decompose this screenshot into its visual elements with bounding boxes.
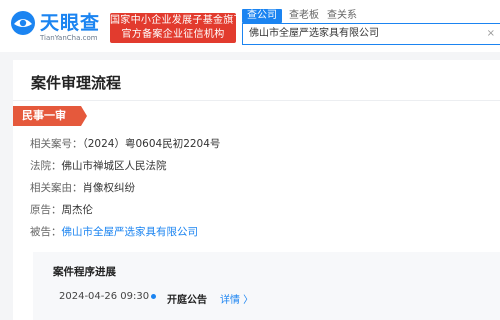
court-value: 佛山市禅城区人民法院 <box>61 160 167 172</box>
badge-line-1: 国家中小企业发展子基金旗下 <box>110 15 244 26</box>
event-detail-link[interactable]: 详情 〉 <box>220 291 253 306</box>
cause-value: 肖像权纠纷 <box>82 182 136 194</box>
page-title: 案件审理流程 <box>31 74 122 92</box>
plaintiff-value: 周杰伦 <box>61 204 94 216</box>
plaintiff-label: 原告： <box>30 204 62 216</box>
tab-search-relation[interactable]: 查关系 <box>327 9 357 23</box>
info-row-case-number: 相关案号：（2024）粤0604民初2204号 <box>30 137 220 151</box>
case-process-card: 案件审理流程 民事一审 相关案号：（2024）粤0604民初2204号 法院：佛… <box>13 60 500 320</box>
badge-line-2: 官方备案企业征信机构 <box>121 29 225 40</box>
case-number-label: 相关案号： <box>30 138 83 150</box>
progress-event-date: 2024-04-26 09:30 <box>59 291 150 302</box>
progress-title: 案件程序进展 <box>53 266 116 278</box>
clear-icon[interactable]: × <box>487 24 495 44</box>
logo-domain: TianYanCha.com <box>40 34 98 42</box>
eye-logo-icon <box>11 11 35 35</box>
defendant-link[interactable]: 佛山市全屋严选家具有限公司 <box>62 226 199 238</box>
case-stage-tag: 民事一审 <box>13 106 87 126</box>
case-number-value: （2024）粤0604民初2204号 <box>82 138 221 150</box>
logo-text: 天眼查 <box>40 12 101 34</box>
credential-badge: 国家中小企业发展子基金旗下 官方备案企业征信机构 <box>110 13 244 43</box>
timeline-dot-icon <box>151 294 156 299</box>
title-divider <box>13 100 500 101</box>
search-input-value: 佛山市全屋严选家具有限公司 <box>249 28 379 39</box>
top-header: 天眼查 TianYanCha.com 国家中小企业发展子基金旗下 官方备案企业征… <box>0 0 500 52</box>
info-row-defendant: 被告：佛山市全屋严选家具有限公司 <box>30 225 198 239</box>
defendant-label: 被告： <box>30 226 62 238</box>
case-progress-panel: 案件程序进展 2024-04-26 09:30 开庭公告 详情 〉 <box>33 252 500 320</box>
court-label: 法院： <box>30 160 62 172</box>
site-logo[interactable]: 天眼查 TianYanCha.com <box>10 8 110 48</box>
progress-event-name: 开庭公告 <box>167 295 207 306</box>
search-input[interactable]: 佛山市全屋严选家具有限公司 × <box>242 23 500 45</box>
info-row-cause: 相关案由：肖像权纠纷 <box>30 181 135 195</box>
tab-search-boss[interactable]: 查老板 <box>289 9 319 23</box>
cause-label: 相关案由： <box>30 182 83 194</box>
info-row-court: 法院：佛山市禅城区人民法院 <box>30 159 167 173</box>
info-row-plaintiff: 原告：周杰伦 <box>30 203 93 217</box>
tab-search-company[interactable]: 查公司 <box>242 9 282 23</box>
